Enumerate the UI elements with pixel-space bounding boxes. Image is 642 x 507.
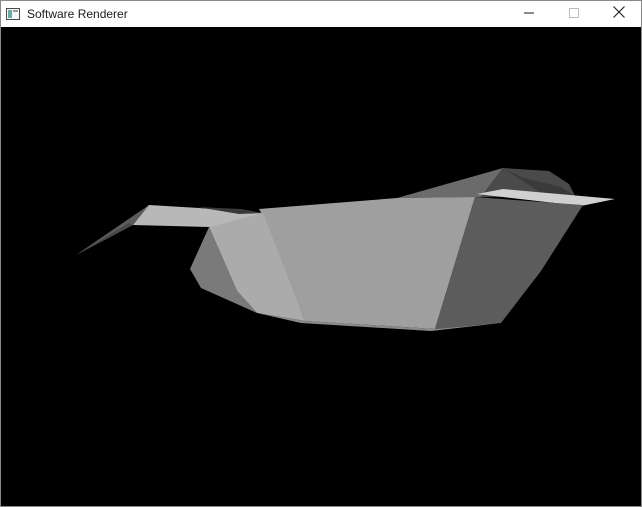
mesh-face [76,223,133,255]
window-app-icon [6,7,20,20]
minimize-icon [524,5,534,23]
close-button[interactable] [596,1,642,27]
window-title: Software Renderer [27,7,128,21]
minimize-button[interactable] [506,1,552,27]
maximize-button[interactable] [551,1,597,27]
close-icon [613,5,625,23]
maximize-icon [569,5,579,23]
title-bar[interactable]: Software Renderer [1,1,641,27]
render-viewport[interactable] [1,27,641,506]
mesh-face [76,205,149,255]
rendered-mesh [76,168,615,331]
app-window: Software Renderer [0,0,642,507]
